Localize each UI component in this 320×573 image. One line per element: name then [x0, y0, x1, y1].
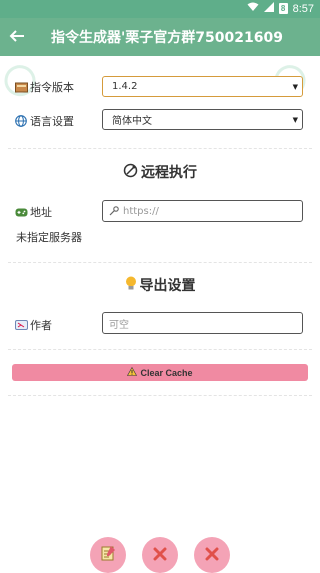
clear-cache-button[interactable]: Clear Cache	[12, 364, 308, 381]
clear-cache-label: Clear Cache	[140, 367, 193, 378]
back-arrow-icon[interactable]	[9, 27, 37, 47]
id-card-icon	[14, 318, 28, 332]
server-status-text: 未指定服务器	[16, 231, 82, 244]
dropdown-caret-icon: ▼	[292, 83, 298, 91]
key-icon	[109, 206, 119, 216]
wifi-icon	[247, 2, 259, 15]
warning-icon	[127, 366, 138, 378]
export-section-title: 导出设置	[0, 275, 320, 295]
close-icon	[153, 546, 167, 565]
page-title: 指令生成器'栗子官方群750021609	[51, 30, 283, 46]
version-value: 1.4.2	[112, 81, 138, 92]
author-placeholder: 可空	[109, 319, 129, 331]
divider	[8, 262, 312, 263]
satellite-icon	[123, 163, 138, 182]
address-placeholder: https://	[123, 205, 159, 217]
notepad-icon	[100, 545, 116, 565]
globe-icon	[14, 114, 28, 128]
divider	[8, 349, 312, 350]
author-row: 作者	[14, 317, 52, 333]
version-row: 指令版本	[14, 79, 74, 95]
status-time: 8:57	[292, 2, 314, 15]
address-label: 地址	[30, 206, 52, 219]
divider	[8, 395, 312, 396]
remote-section-title: 远程执行	[0, 162, 320, 182]
language-label: 语言设置	[30, 115, 74, 128]
close-icon	[205, 546, 219, 565]
book-icon	[14, 80, 28, 94]
status-bar-icons: 8 8:57	[247, 2, 314, 15]
notification-badge: 8	[278, 3, 288, 14]
dropdown-caret-icon: ▼	[292, 116, 298, 124]
app-bar: 指令生成器'栗子官方群750021609	[0, 18, 320, 56]
version-select[interactable]: 1.4.2 ▼	[102, 76, 303, 97]
signal-icon	[263, 2, 274, 15]
address-input[interactable]: https://	[102, 200, 303, 222]
author-label: 作者	[30, 319, 52, 332]
address-row: 地址	[14, 204, 52, 220]
lightbulb-icon	[125, 276, 137, 295]
language-row: 语言设置	[14, 113, 74, 129]
language-value: 简体中文	[112, 116, 152, 127]
version-label: 指令版本	[30, 81, 74, 94]
language-select[interactable]: 简体中文 ▼	[102, 109, 303, 130]
status-bar: 8 8:57	[0, 0, 320, 18]
author-input[interactable]: 可空	[102, 312, 303, 334]
divider	[8, 148, 312, 149]
gamepad-icon	[14, 205, 28, 219]
